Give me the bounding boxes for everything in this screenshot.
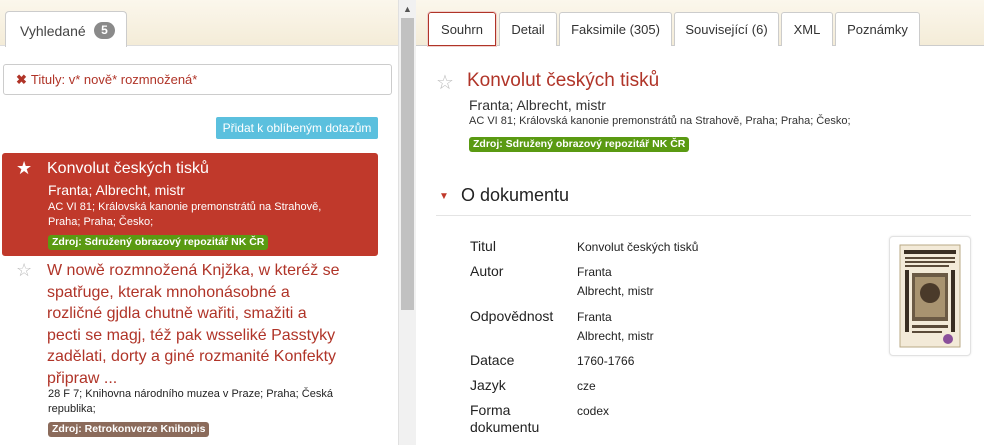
query-text: Tituly: v* nově* rozmnožená* [30, 72, 198, 87]
facsimile-thumbnail[interactable] [889, 236, 971, 356]
detail-tab-bar: Souhrn Detail Faksimile (305) Souvisejíc… [416, 0, 984, 47]
field-value-title: Konvolut českých tisků [577, 238, 698, 257]
tab-detail[interactable]: Detail [499, 12, 557, 46]
tab-xml[interactable]: XML [781, 12, 833, 46]
source-badge: Zdroj: Sdružený obrazový repozitář NK ČR [48, 235, 269, 250]
field-value-line: Albrecht, mistr [577, 329, 654, 343]
result-meta-line: 28 F 7; Knihovna národního muzea v Praze… [48, 388, 333, 400]
result-title-line: spatřuge, kterak mnohonásobné a [47, 283, 290, 301]
field-value-document-form: codex [577, 402, 609, 421]
result-meta: AC VI 81; Královská kanonie premonstrátů… [48, 200, 368, 230]
active-query-filter[interactable]: ✖ Tituly: v* nově* rozmnožená* [3, 64, 392, 95]
x-icon[interactable]: ✖ [16, 72, 27, 87]
field-value-responsibility: Franta Albrecht, mistr [577, 308, 654, 346]
field-label-responsibility: Odpovědnost [470, 308, 554, 324]
results-count-badge: 5 [94, 22, 115, 39]
tab-summary[interactable]: Souhrn [427, 11, 497, 47]
result-meta-line: republika; [48, 403, 96, 415]
field-label-document-form: Forma dokumentu [470, 402, 540, 435]
tab-search-results-label: Vyhledané [20, 23, 86, 39]
result-title-line: pecti se magj, též pak wsseliké Passtyky [47, 326, 336, 344]
tab-notes[interactable]: Poznámky [835, 12, 920, 46]
result-title-line: rozličné gjdla chutně wařiti, smažiti a [47, 305, 307, 322]
field-value-line: 1760-1766 [577, 354, 635, 368]
result-meta-line: Praha; Praha; Česko; [48, 216, 154, 228]
tab-facsimile[interactable]: Faksimile (305) [559, 12, 672, 46]
section-about-document[interactable]: ▼ O dokumentu [436, 184, 971, 216]
document-meta: AC VI 81; Královská kanonie premonstrátů… [469, 115, 851, 127]
field-value-author: Franta Albrecht, mistr [577, 263, 654, 301]
field-label-title: Titul [470, 238, 496, 254]
tab-search-results[interactable]: Vyhledané 5 [5, 11, 127, 47]
result-author: Franta; Albrecht, mistr [48, 182, 185, 198]
field-value-line: cze [577, 379, 596, 393]
result-title-line: připraw ... [47, 369, 118, 387]
result-item[interactable]: ☆ W nowě rozmnožená Knjžka, w kteréž se … [2, 259, 378, 445]
star-outline-icon[interactable]: ☆ [436, 70, 454, 95]
results-pane: Vyhledané 5 ✖ Tituly: v* nově* rozmnožená… [0, 0, 398, 445]
detail-pane: Souhrn Detail Faksimile (305) Souvisejíc… [416, 0, 984, 445]
field-label-date: Datace [470, 352, 515, 368]
result-title-line: W nowě rozmnožená Knjžka, w kteréž se [47, 262, 340, 279]
result-item-selected[interactable]: ★ Konvolut českých tisků Franta; Albrech… [2, 153, 378, 256]
scroll-up-arrow-icon[interactable]: ▲ [403, 4, 412, 14]
document-title: Konvolut českých tisků [467, 70, 660, 91]
facsimile-thumbnail-image [899, 244, 961, 348]
field-value-date: 1760-1766 [577, 352, 634, 371]
results-scrollbar[interactable]: ▲ [398, 0, 416, 445]
field-value-line: Franta [577, 310, 612, 324]
field-value-line: Konvolut českých tisků [577, 240, 699, 254]
source-badge: Zdroj: Sdružený obrazový repozitář NK ČR [469, 137, 690, 152]
result-title-line: zadělati, dorty a giné rozmanité Konfekt… [47, 348, 337, 365]
result-title[interactable]: W nowě rozmnožená Knjžka, w kteréž se sp… [47, 260, 347, 389]
source-badge: Zdroj: Retrokonverze Knihopis [48, 422, 210, 437]
field-value-line: codex [577, 404, 610, 418]
result-meta: 28 F 7; Knihovna národního muzea v Praze… [48, 387, 353, 417]
field-value-line: Albrecht, mistr [577, 284, 654, 298]
field-value-line: Franta [577, 265, 612, 279]
add-to-favorite-queries-button[interactable]: Přidat k oblíbeným dotazům [216, 117, 378, 139]
section-title: O dokumentu [461, 185, 570, 205]
caret-down-icon[interactable]: ▼ [439, 191, 449, 202]
results-tab-bar: Vyhledané 5 [0, 0, 398, 47]
star-outline-icon[interactable]: ☆ [16, 260, 32, 281]
field-value-language: cze [577, 377, 596, 396]
tab-related[interactable]: Související (6) [674, 12, 779, 46]
star-filled-icon[interactable]: ★ [16, 158, 32, 179]
scrollbar-thumb[interactable] [401, 18, 414, 310]
result-title[interactable]: Konvolut českých tisků [47, 160, 209, 178]
field-label-author: Autor [470, 263, 504, 279]
result-meta-line: AC VI 81; Královská kanonie premonstrátů… [48, 201, 322, 213]
document-author: Franta; Albrecht, mistr [469, 97, 606, 113]
field-label-language: Jazyk [470, 377, 506, 393]
